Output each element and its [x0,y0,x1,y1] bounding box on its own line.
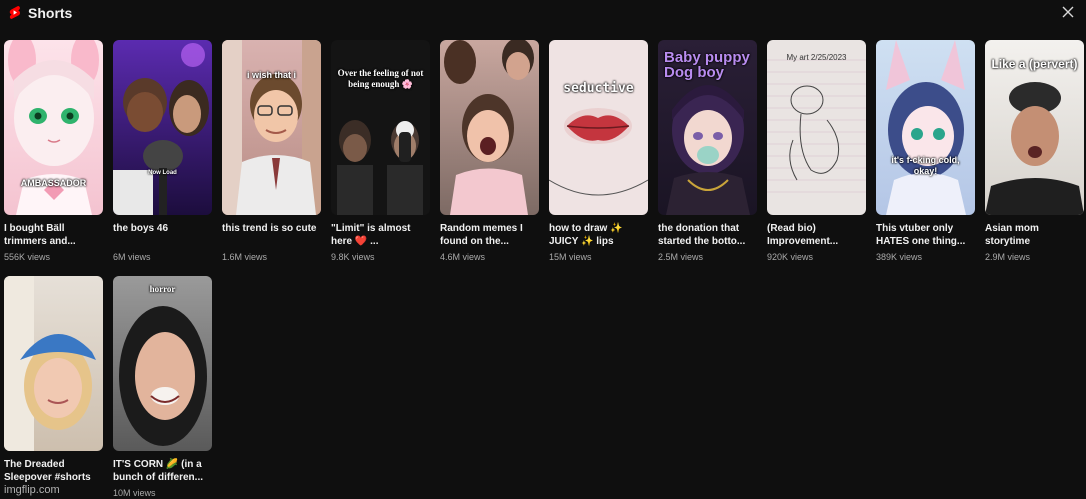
thumbnail-overlay-text: it's f-cking cold, okay! [891,155,960,176]
short-title[interactable]: Asian mom storytime [985,222,1084,248]
short-card[interactable]: it's f-cking cold, okay! This vtuber onl… [876,40,975,262]
thumbnail-overlay-text: Now Load [148,170,177,176]
short-card[interactable]: Like a (pervert) Asian mom storytime 2.9… [985,40,1084,262]
woman-closeup-thumbnail-art [119,306,207,446]
short-thumbnail[interactable]: Like a (pervert) [985,40,1084,215]
kids-microphone-thumbnail-art [113,43,209,215]
vtuber-girl-thumbnail-art [886,40,966,215]
short-thumbnail[interactable]: it's f-cking cold, okay! [876,40,975,215]
thumbnail-overlay-text: Baby puppy Dog boy [664,49,750,81]
short-card[interactable]: i wish that i this trend is so cute 1.6M… [222,40,321,262]
short-thumbnail[interactable]: Baby puppy Dog boy [658,40,757,215]
thumbnail-overlay-text: Over the feeling of not being enough 🌸 [337,68,424,89]
podcast-thumbnail-art [337,120,423,215]
short-card[interactable]: My art 2/25/2023 (Read bio) Improvement.… [767,40,866,262]
short-title[interactable]: the boys 46 [113,222,212,248]
thumbnail-overlay-text: AMBASSADOR [20,178,87,188]
short-card[interactable]: Random memes I found on the... 4.6M view… [440,40,539,262]
view-count: 556K views [4,252,51,262]
view-count: 15M views [549,252,592,262]
close-icon[interactable] [1060,4,1076,20]
short-thumbnail[interactable]: horror [113,276,212,451]
view-count: 6M views [113,252,151,262]
woman-blue-cap-thumbnail-art [4,276,96,451]
short-card[interactable]: seductive how to draw ✨ JUICY ✨ lips 15M… [549,40,648,262]
short-thumbnail[interactable] [440,40,539,215]
short-title[interactable]: IT'S CORN 🌽 (in a bunch of differen... [113,458,212,484]
view-count: 1.6M views [222,252,268,262]
short-thumbnail[interactable]: seductive [549,40,648,215]
thumbnail-overlay-text: seductive [563,81,634,96]
short-title[interactable]: this trend is so cute [222,222,321,248]
short-title[interactable]: "Limit" is almost here ❤️ ... [331,222,430,248]
watermark: imgflip.com [4,484,60,496]
short-card[interactable]: Over the feeling of not being enough 🌸 "… [331,40,430,262]
view-count: 2.5M views [658,252,704,262]
short-thumbnail[interactable]: My art 2/25/2023 [767,40,866,215]
short-title[interactable]: Random memes I found on the... [440,222,539,248]
thumbnail-overlay-text: i wish that i [246,70,296,80]
short-card[interactable]: The Dreaded Sleepover #shorts [4,276,103,488]
short-card[interactable]: AMBASSADOR I bought Bäll trimmers and...… [4,40,103,262]
page-title: Shorts [28,5,73,21]
thumbnail-overlay-text: horror [149,284,176,294]
short-thumbnail[interactable] [4,276,103,451]
short-title[interactable]: (Read bio) Improvement... [767,222,866,248]
short-thumbnail[interactable]: Now Load [113,40,212,215]
short-title[interactable]: how to draw ✨ JUICY ✨ lips [549,222,648,248]
view-count: 389K views [876,252,923,262]
short-title[interactable]: This vtuber only HATES one thing... [876,222,975,248]
short-title[interactable]: I bought Bäll trimmers and... [4,222,103,248]
thumbnail-overlay-text: Like a (pervert) [991,57,1078,71]
view-count: 4.6M views [440,252,486,262]
short-card[interactable]: horror IT'S CORN 🌽 (in a bunch of differ… [113,276,212,498]
short-title[interactable]: the donation that started the botto... [658,222,757,248]
meme-girl-thumbnail-art [444,40,534,215]
short-thumbnail[interactable]: Over the feeling of not being enough 🌸 [331,40,430,215]
shorts-header: Shorts [0,0,1086,26]
view-count: 920K views [767,252,814,262]
view-count: 2.9M views [985,252,1031,262]
short-card[interactable]: Now Load the boys 46 6M views [113,40,212,262]
thumbnail-overlay-text: My art 2/25/2023 [786,53,847,62]
short-card[interactable]: Baby puppy Dog boy the donation that sta… [658,40,757,262]
boy-portrait-thumbnail-art [222,40,321,215]
view-count: 10M views [113,488,156,498]
short-thumbnail[interactable]: i wish that i [222,40,321,215]
short-title[interactable]: The Dreaded Sleepover #shorts [4,458,103,484]
sketch-drawing-thumbnail-art [767,59,866,193]
view-count: 9.8K views [331,252,375,262]
youtube-shorts-icon [9,6,21,19]
lips-drawing-thumbnail-art [549,108,648,196]
short-thumbnail[interactable]: AMBASSADOR [4,40,103,215]
